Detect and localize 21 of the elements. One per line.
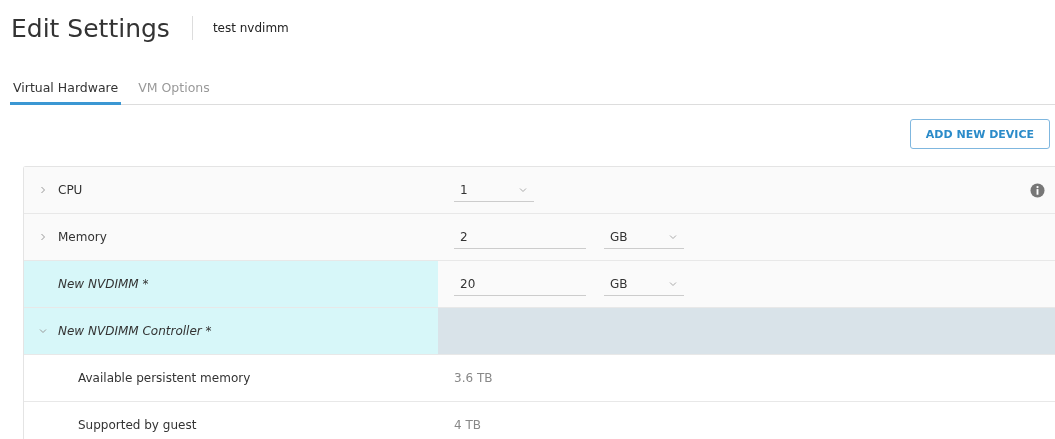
- chevron-down-icon[interactable]: [38, 326, 48, 336]
- property-label: Available persistent memory: [78, 371, 251, 385]
- cpu-select[interactable]: 1: [454, 178, 534, 202]
- size-input[interactable]: 20: [454, 272, 586, 296]
- unit-select[interactable]: GB: [604, 225, 684, 249]
- unit-select[interactable]: GB: [604, 272, 684, 296]
- chevron-right-icon[interactable]: [38, 232, 48, 242]
- info-icon[interactable]: [1030, 182, 1045, 198]
- add-device-button[interactable]: ADD NEW DEVICE: [909, 119, 1050, 149]
- property-value: 3.6 TB: [454, 371, 493, 385]
- device-label: New NVDIMM Controller *: [58, 324, 212, 338]
- vm-name: test nvdimm: [212, 21, 289, 35]
- tab[interactable]: Virtual Hardware: [10, 72, 122, 105]
- property-label: Supported by guest: [78, 418, 197, 432]
- device-label: New NVDIMM *: [58, 277, 149, 291]
- device-label: CPU: [58, 183, 83, 197]
- property-value: 4 TB: [454, 418, 481, 432]
- chevron-right-icon[interactable]: [38, 185, 48, 195]
- device-label: Memory: [58, 230, 107, 244]
- size-input[interactable]: 2: [454, 225, 586, 249]
- dialog-title: Edit Settings: [11, 13, 170, 43]
